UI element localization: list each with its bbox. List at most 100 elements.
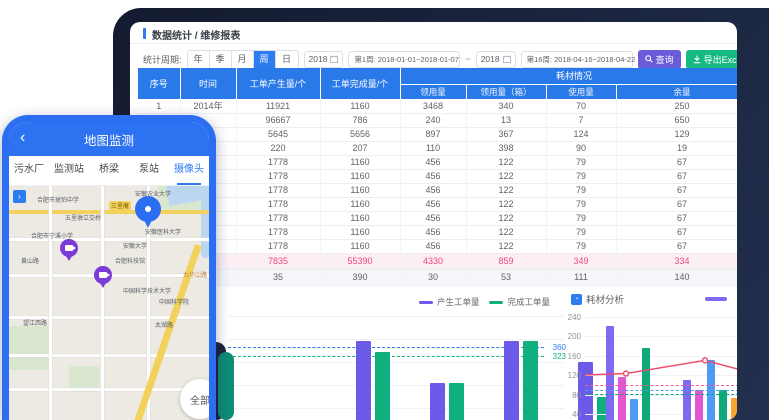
start-year-select[interactable]: 2018 [304, 51, 344, 68]
table-cell: 1160 [320, 225, 400, 239]
period-option[interactable]: 年 [188, 51, 210, 68]
header-sub-2: 领用量（箱） [466, 84, 546, 99]
calendar-icon [503, 55, 511, 63]
map-label: 太湖路 [155, 320, 173, 329]
trend-line-path [585, 360, 737, 379]
table-cell: 67 [616, 225, 737, 239]
search-button-label: 查询 [656, 53, 674, 66]
table-row[interactable]: 42202071103989019 [138, 141, 737, 155]
table-cell: 67 [616, 183, 737, 197]
accent-shape-teal [218, 352, 234, 420]
table-cell: 456 [400, 225, 466, 239]
table-cell: 398 [466, 141, 546, 155]
table-cell: 4330 [400, 253, 466, 269]
table-cell: 5656 [320, 127, 400, 141]
period-option[interactable]: 季 [210, 51, 232, 68]
table-cell: 1778 [236, 155, 320, 169]
phone-tab[interactable]: 污水厂 [9, 156, 49, 185]
table-cell: 1778 [236, 183, 320, 197]
average-row: 平均值353903053111140 [138, 269, 737, 285]
back-icon[interactable]: ‹ [20, 129, 25, 147]
bar-产生工单量 [430, 383, 445, 420]
table-cell: 19 [616, 141, 737, 155]
end-year-select[interactable]: 2018 [476, 51, 516, 68]
table-cell: 122 [466, 155, 546, 169]
header-sub-4: 余量 [616, 84, 737, 99]
table-row[interactable]: 7177811604561227967 [138, 183, 737, 197]
table-row[interactable]: 10177811604561227967 [138, 225, 737, 239]
table-row[interactable]: 356455656897367124129 [138, 127, 737, 141]
table-cell: 390 [320, 269, 400, 285]
camera-marker-body [60, 239, 78, 257]
table-row[interactable]: 8177811604561227967 [138, 197, 737, 211]
table-cell: 456 [400, 197, 466, 211]
table-cell: 250 [616, 99, 737, 113]
map-river [201, 192, 209, 258]
table-cell: 1778 [236, 225, 320, 239]
location-marker-icon[interactable] [135, 196, 161, 229]
table-cell: 1160 [320, 183, 400, 197]
search-button[interactable]: 查询 [638, 50, 681, 69]
header-created: 工单产生量/个 [236, 68, 320, 99]
table-cell: 456 [400, 183, 466, 197]
table-cell: 2014年 [180, 99, 236, 113]
camera-marker-icon[interactable] [60, 239, 78, 262]
table-cell: 90 [546, 141, 616, 155]
period-option[interactable]: 月 [232, 51, 254, 68]
period-option[interactable]: 日 [276, 51, 298, 68]
table-cell: 1160 [320, 169, 400, 183]
table-row[interactable]: 5177811604561227967 [138, 155, 737, 169]
table-cell: 1778 [236, 169, 320, 183]
table-cell: 53 [466, 269, 546, 285]
table-cell: 122 [466, 197, 546, 211]
map-road [49, 186, 52, 420]
phone-tab[interactable]: 泵站 [129, 156, 169, 185]
report-table: 序号 时间 工单产生量/个 工单完成量/个 耗材情况 领用量 领用量（箱） 使用… [138, 68, 737, 286]
workorder-chart: 产生工单量完成工单量 360323 [228, 288, 564, 420]
phone-tab[interactable]: 摄像头 [169, 156, 209, 185]
table-cell: 140 [616, 269, 737, 285]
gridline [228, 316, 564, 317]
table-cell: 1160 [320, 99, 400, 113]
table-cell: 7 [546, 113, 616, 127]
start-week-input[interactable]: 第1周: 2018-01-01~2018-01-07 [348, 51, 460, 68]
table-cell: 122 [466, 239, 546, 253]
reference-line-label: 323 [553, 352, 566, 361]
period-option[interactable]: 周 [254, 51, 276, 68]
export-excel-button[interactable]: 导出Excel [686, 50, 737, 69]
camera-marker-body [94, 266, 112, 284]
camera-marker-icon[interactable] [94, 266, 112, 289]
table-row[interactable]: 11177811604561227967 [138, 239, 737, 253]
table-cell: 35 [236, 269, 320, 285]
filter-bar: 统计周期: 年季月周日 2018 第1周: 2018-01-01~2018-01… [143, 48, 737, 70]
table-cell: 1778 [236, 197, 320, 211]
reference-line-label: 360 [553, 343, 566, 352]
table-cell: 122 [466, 225, 546, 239]
range-separator: ~ [465, 54, 470, 64]
end-week-input[interactable]: 第16周: 2018-04-16~2018-04-22 [521, 51, 633, 68]
header-sub-1: 领用量 [400, 84, 466, 99]
table-row[interactable]: 9177811604561227967 [138, 211, 737, 225]
table-row[interactable]: 6177811604561227967 [138, 169, 737, 183]
map-road [101, 186, 104, 420]
end-year-value: 2018 [481, 54, 500, 64]
phone-mockup: ‹ 地图监测 污水厂监测站桥梁泵站摄像头 › [2, 115, 216, 420]
phone-tab[interactable]: 监测站 [49, 156, 89, 185]
table-cell: 79 [546, 155, 616, 169]
table-cell: 456 [400, 239, 466, 253]
table-cell: 67 [616, 197, 737, 211]
table-cell: 456 [400, 169, 466, 183]
table-cell: 67 [616, 211, 737, 225]
map-expand-button[interactable]: › [13, 190, 26, 203]
workorder-plot: 360323 [228, 288, 564, 420]
phone-tab[interactable]: 桥梁 [89, 156, 129, 185]
table-cell: 122 [466, 211, 546, 225]
show-all-button[interactable]: 全部 [180, 379, 209, 419]
table-row[interactable]: 12014年119211160346834070250 [138, 99, 737, 113]
camera-glyph [65, 245, 73, 251]
table-row[interactable]: 296667786240137650 [138, 113, 737, 127]
table-cell: 334 [616, 253, 737, 269]
table-cell: 70 [546, 99, 616, 113]
bar-产生工单量 [504, 341, 519, 420]
map-view[interactable]: › 全部 合肥市琥珀中学三里庵五里墩立交桥安徽农业大学安徽医科大学合肥市宁溪小学… [9, 186, 209, 420]
